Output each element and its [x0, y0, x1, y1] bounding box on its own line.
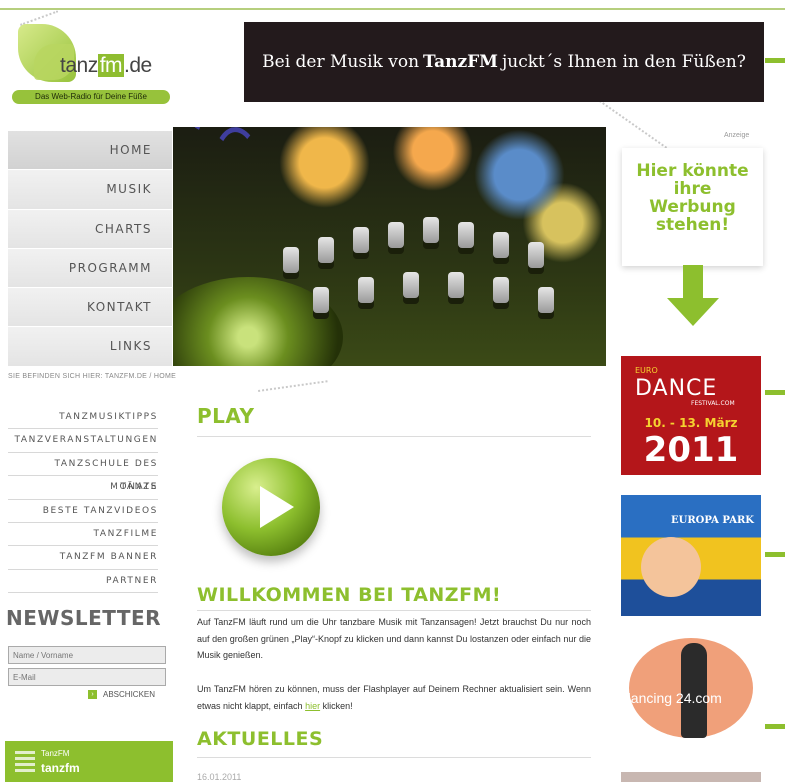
- newsletter-heading: NEWSLETTER: [6, 606, 162, 630]
- ad-label: Anzeige: [724, 132, 750, 139]
- nav-item-links[interactable]: LINKS: [8, 327, 172, 367]
- ad-next[interactable]: [621, 772, 761, 782]
- tanzfm-box-label: TanzFM: [41, 749, 70, 758]
- decorative-dotted-line: [258, 380, 328, 392]
- play-icon: [260, 486, 294, 528]
- breadcrumb: SIE BEFINDEN SICH HIER: TANZFM.DE / HOME: [8, 373, 177, 380]
- ad-placeholder-line: Werbung: [649, 197, 736, 217]
- mixer-knob: [493, 277, 509, 303]
- nav-item-musik[interactable]: MUSIK: [8, 170, 172, 210]
- green-marker: [765, 552, 785, 557]
- ad-placeholder-line: stehen!: [655, 215, 730, 235]
- mixer-knob: [403, 272, 419, 298]
- ad-text: FESTIVAL.COM: [691, 400, 735, 407]
- ad-placeholder-line: Hier könnte: [636, 161, 749, 181]
- welcome-paragraph: Auf TanzFM läuft rund um die Uhr tanzbar…: [197, 617, 591, 660]
- ad-text: EUROPA PARK: [671, 515, 754, 526]
- divider: [197, 610, 591, 611]
- logo-text: tanzfm.de: [60, 54, 152, 77]
- tanzfm-player-box[interactable]: TanzFM tanzfm: [5, 741, 173, 782]
- ad-text: EURO: [635, 366, 658, 375]
- mixer-knob: [423, 217, 439, 243]
- ad-text: dancing 24.com: [623, 690, 722, 706]
- divider: [197, 757, 591, 758]
- newsletter-email-input[interactable]: [8, 668, 166, 686]
- subnav-item-tanzvideos[interactable]: BESTE TANZVIDEOS: [8, 500, 158, 523]
- tanzfm-box-title: tanzfm: [41, 761, 80, 775]
- mixer-knob: [283, 247, 299, 273]
- ad-text: 10. - 13. März: [644, 416, 738, 430]
- ad-dancing24[interactable]: dancing 24.com: [621, 628, 761, 749]
- top-border-line: [0, 8, 785, 10]
- mixer-knob: [448, 272, 464, 298]
- banner-text: Bei der Musik von: [262, 52, 420, 72]
- newsletter-submit-button[interactable]: › ABSCHICKEN: [88, 690, 155, 699]
- arrow-down-icon: [683, 265, 703, 299]
- subnav-item-partner[interactable]: PARTNER: [8, 570, 158, 594]
- mixer-knob: [388, 222, 404, 248]
- ad-placeholder-box[interactable]: Hier könnte ihre Werbung stehen!: [622, 148, 763, 266]
- equalizer-icon: [15, 751, 35, 773]
- arrow-right-icon: ›: [88, 690, 97, 699]
- green-marker: [765, 390, 785, 395]
- mixer-knob: [318, 237, 334, 263]
- mixer-knob: [493, 232, 509, 258]
- nav-item-programm[interactable]: PROGRAMM: [8, 248, 172, 289]
- mixer-knob: [353, 227, 369, 253]
- main-navigation: HOME MUSIK CHARTS PROGRAMM KONTAKT LINKS: [8, 131, 172, 367]
- green-marker: [765, 58, 785, 63]
- news-heading: AKTUELLES: [197, 728, 324, 750]
- mixer-knob: [528, 242, 544, 268]
- subnav-item-banner[interactable]: TANZFM BANNER: [8, 546, 158, 570]
- site-logo[interactable]: tanzfm.de Das Web-Radio für Deine Füße: [8, 14, 170, 106]
- mixer-knob: [313, 287, 329, 313]
- green-marker: [765, 724, 785, 729]
- newsletter-name-input[interactable]: [8, 646, 166, 664]
- logo-tagline: Das Web-Radio für Deine Füße: [12, 90, 170, 104]
- subnav-item-tanzfilme[interactable]: TANZFILME: [8, 523, 158, 547]
- ad-eurodance-festival[interactable]: EURO DANCE FESTIVAL.COM 10. - 13. März 2…: [621, 356, 761, 475]
- newsletter-submit-label: ABSCHICKEN: [103, 690, 156, 699]
- nav-item-kontakt[interactable]: KONTAKT: [8, 288, 172, 328]
- ad-placeholder-line: ihre: [673, 179, 712, 199]
- subnav-item-tanzmusiktipps[interactable]: TANZMUSIKTIPPS: [8, 406, 158, 430]
- subnav-item-tanzschule[interactable]: TANZSCHULE DES MONATS: [8, 453, 158, 492]
- play-button[interactable]: [222, 458, 320, 556]
- banner-text: juckt´s Ihnen in den Füßen?: [502, 52, 746, 72]
- ad-text: DANCE: [635, 376, 718, 401]
- subnav-item-tanzveranstaltungen[interactable]: TANZVERANSTALTUNGEN: [8, 429, 158, 453]
- mixer-knob: [538, 287, 554, 313]
- ad-europa-park[interactable]: EUROPA PARK: [621, 495, 761, 616]
- sub-navigation: TANZMUSIKTIPPS TANZVERANSTALTUNGEN TANZS…: [8, 406, 158, 594]
- nav-item-home[interactable]: HOME: [8, 131, 172, 171]
- arrow-down-icon: [667, 298, 719, 326]
- flash-help-link[interactable]: hier: [305, 701, 320, 711]
- top-banner-ad[interactable]: Bei der Musik von TanzFM juckt´s Ihnen i…: [244, 22, 764, 102]
- play-heading: PLAY: [197, 404, 255, 428]
- news-date: 16.01.2011: [197, 772, 242, 782]
- welcome-heading: WILLKOMMEN BEI TANZFM!: [197, 584, 502, 606]
- mixer-knob: [358, 277, 374, 303]
- hero-mixer-image: [173, 127, 606, 366]
- banner-brand: TanzFM: [423, 52, 498, 72]
- mixer-knob: [458, 222, 474, 248]
- nav-item-charts[interactable]: CHARTS: [8, 209, 172, 249]
- flash-paragraph: Um TanzFM hören zu können, muss der Flas…: [197, 684, 591, 711]
- divider: [197, 436, 591, 437]
- ad-photo: [641, 537, 701, 597]
- subnav-item-taenze[interactable]: TÄNZE: [8, 476, 158, 500]
- ad-text: 2011: [643, 430, 739, 470]
